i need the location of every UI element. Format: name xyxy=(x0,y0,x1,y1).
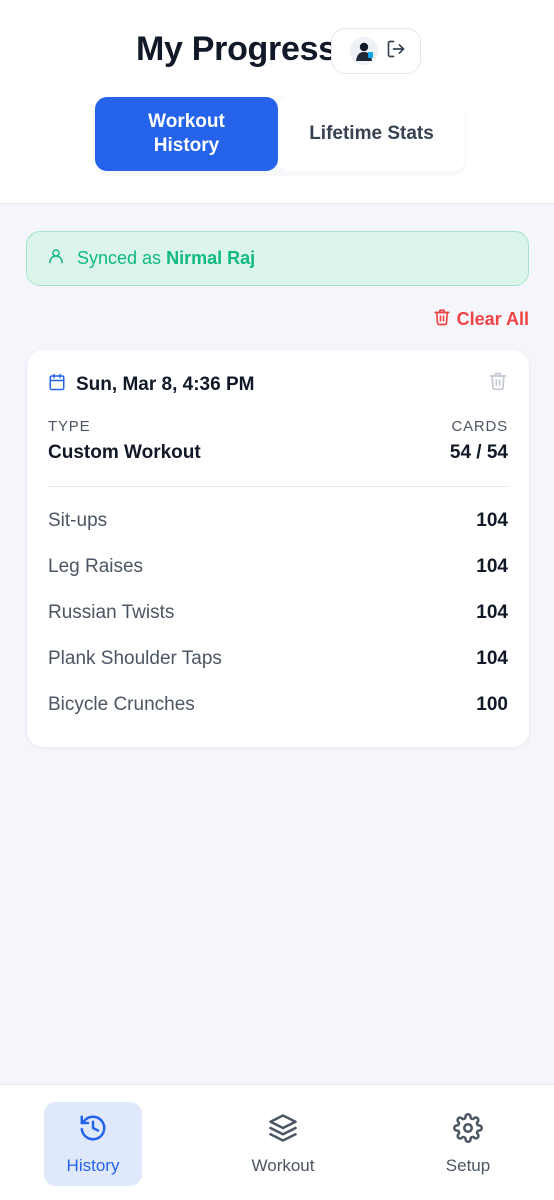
type-label: TYPE xyxy=(48,418,91,435)
tab-workout-history[interactable]: Workout History xyxy=(95,97,278,171)
cards-value: 54 / 54 xyxy=(449,442,508,463)
page-title: My Progress xyxy=(136,30,337,68)
exercise-row: Sit-ups 104 xyxy=(48,506,508,536)
workout-card: Sun, Mar 8, 4:36 PM TYPE Custom Workout … xyxy=(27,350,529,747)
nav-label: Workout xyxy=(251,1156,315,1175)
logout-icon[interactable] xyxy=(386,39,406,64)
sync-text: Synced as Nirmal Raj xyxy=(77,248,255,269)
exercise-name: Leg Raises xyxy=(48,556,144,577)
tab-label: Lifetime Stats xyxy=(309,123,434,144)
tab-lifetime-stats[interactable]: Lifetime Stats xyxy=(278,97,465,171)
workout-date-text: Sun, Mar 8, 4:36 PM xyxy=(76,374,255,395)
exercise-row: Leg Raises 104 xyxy=(48,552,508,582)
nav-history[interactable]: History xyxy=(44,1102,142,1186)
workout-date: Sun, Mar 8, 4:36 PM xyxy=(48,373,254,397)
cards-label: CARDS xyxy=(451,418,508,435)
exercise-row: Plank Shoulder Taps 104 xyxy=(48,644,508,674)
exercise-count: 104 xyxy=(476,510,508,531)
layers-icon xyxy=(268,1113,298,1148)
exercise-row: Russian Twists 104 xyxy=(48,598,508,628)
sync-user: Nirmal Raj xyxy=(166,248,256,268)
exercise-count: 100 xyxy=(476,694,508,715)
calendar-icon xyxy=(48,373,66,397)
type-value: Custom Workout xyxy=(48,442,201,463)
clear-all-button[interactable]: Clear All xyxy=(433,307,529,331)
user-icon xyxy=(47,247,65,270)
bottom-nav: History Workout Setup xyxy=(0,1084,554,1200)
nav-label: Setup xyxy=(445,1156,491,1175)
delete-workout-button[interactable] xyxy=(488,371,508,396)
trash-icon xyxy=(433,307,451,332)
exercise-name: Russian Twists xyxy=(48,602,175,623)
gear-icon xyxy=(453,1113,483,1148)
sync-banner: Synced as Nirmal Raj xyxy=(26,231,529,286)
exercise-count: 104 xyxy=(476,648,508,669)
history-icon xyxy=(78,1113,108,1148)
exercise-count: 104 xyxy=(476,556,508,577)
divider xyxy=(48,486,508,487)
exercise-name: Bicycle Crunches xyxy=(48,694,195,715)
clear-all-label: Clear All xyxy=(456,308,529,329)
nav-label: History xyxy=(66,1156,120,1175)
exercise-row: Bicycle Crunches 100 xyxy=(48,690,508,720)
exercise-name: Sit-ups xyxy=(48,510,108,531)
avatar xyxy=(350,37,378,65)
nav-workout[interactable]: Workout xyxy=(234,1102,332,1186)
exercise-name: Plank Shoulder Taps xyxy=(48,648,222,669)
nav-setup[interactable]: Setup xyxy=(419,1102,517,1186)
trash-icon xyxy=(488,372,508,395)
header: My Progress Workout History Lifetime Sta… xyxy=(0,0,554,204)
tab-label: Workout History xyxy=(148,111,225,156)
sync-prefix: Synced as xyxy=(77,248,162,268)
tab-bar: Workout History Lifetime Stats xyxy=(95,97,465,174)
profile-button[interactable] xyxy=(331,28,421,74)
exercise-count: 104 xyxy=(476,602,508,623)
